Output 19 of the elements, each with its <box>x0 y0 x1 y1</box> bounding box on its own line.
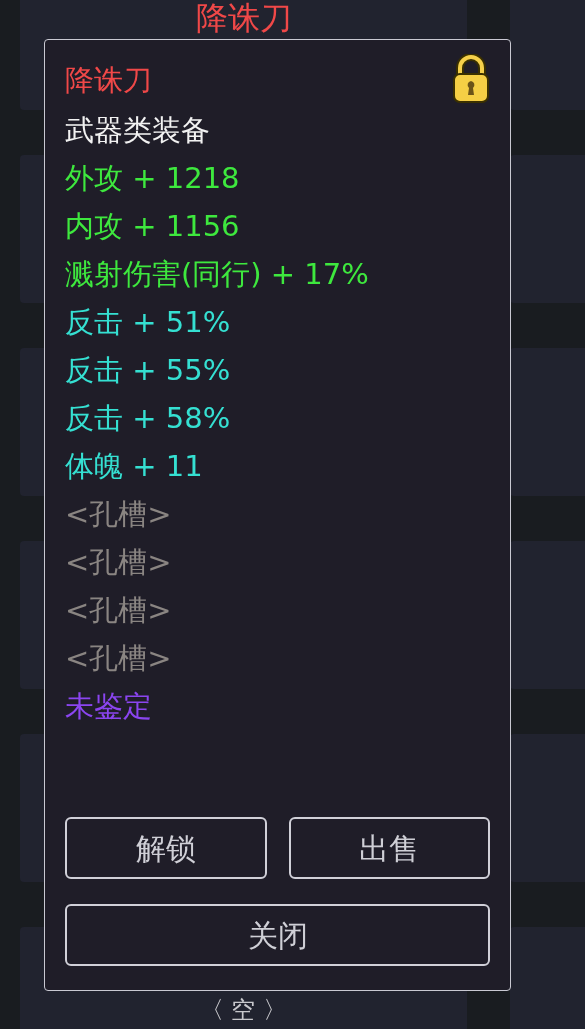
item-name: 降诛刀 <box>65 62 152 99</box>
stat-line: 溅射伤害(同行) + 17% <box>65 256 369 293</box>
stat-line: 外攻 + 1218 <box>65 160 240 197</box>
identify-status: 未鉴定 <box>65 688 152 725</box>
socket-line: <孔槽> <box>65 592 172 629</box>
empty-slot-label: 〈 空 〉 <box>199 996 288 1024</box>
stat-line: 反击 + 55% <box>65 352 231 389</box>
stat-line: 反击 + 58% <box>65 400 231 437</box>
item-category: 武器类装备 <box>65 112 210 149</box>
stat-line: 内攻 + 1156 <box>65 208 240 245</box>
socket-line: <孔槽> <box>65 640 172 677</box>
sell-button[interactable]: 出售 <box>288 817 490 879</box>
unlock-button[interactable]: 解锁 <box>65 817 267 879</box>
stat-line: 体魄 + 11 <box>65 448 203 485</box>
stat-line: 反击 + 51% <box>65 304 231 341</box>
socket-line: <孔槽> <box>65 496 172 533</box>
socket-line: <孔槽> <box>65 544 172 581</box>
card-title: 降诛刀 <box>195 0 292 36</box>
close-button[interactable]: 关闭 <box>65 904 490 966</box>
